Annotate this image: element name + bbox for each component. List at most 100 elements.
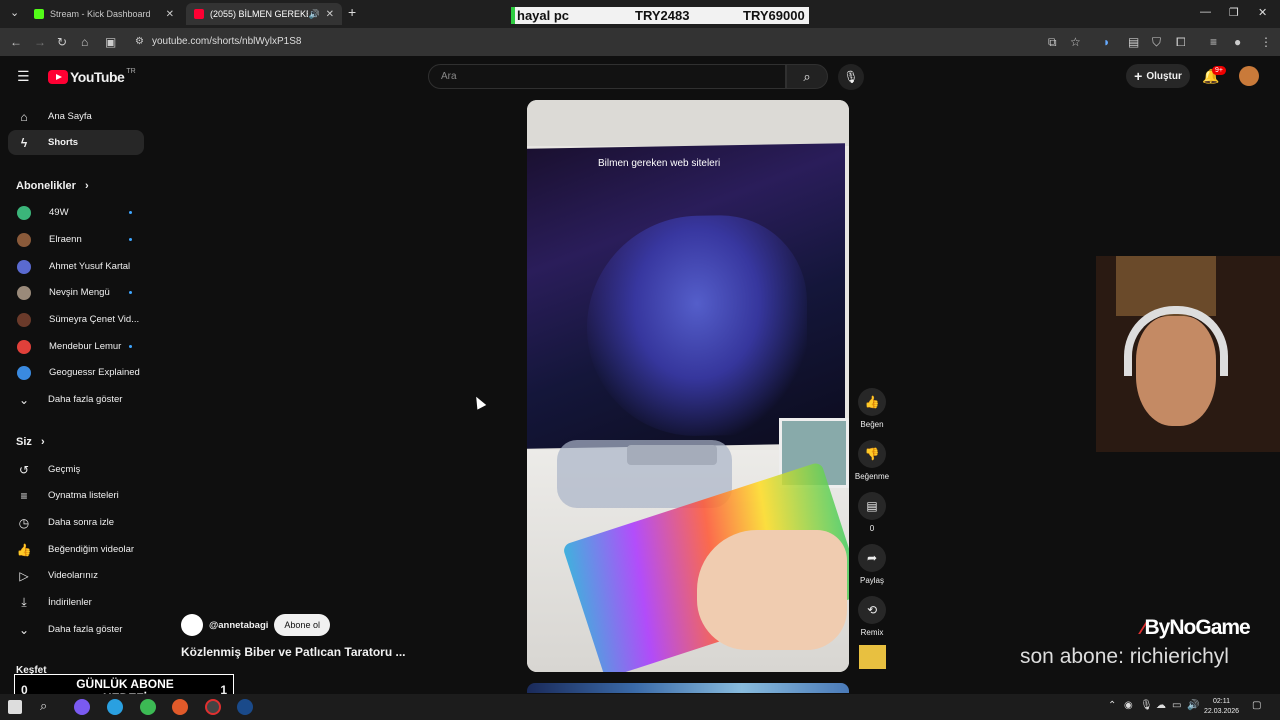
channel-avatar[interactable] (181, 614, 203, 636)
ticker-value-2: TRY69000 (743, 8, 805, 23)
chevron-up-icon[interactable]: ⌃ (1108, 700, 1116, 711)
sidebar-item-channel[interactable]: Mendebur Lemur (8, 334, 144, 359)
show-more-you[interactable]: ⌄ Daha fazla göster (8, 617, 144, 642)
create-button[interactable]: + Oluştur (1126, 64, 1190, 88)
tab-search-icon[interactable]: ⌄ (10, 6, 19, 19)
last-subscriber: son abone: richierichyl (1020, 645, 1229, 668)
maximize-button[interactable]: ❐ (1229, 6, 1239, 19)
new-content-dot (129, 345, 132, 348)
sidebar-item-channel[interactable]: 49W (8, 200, 144, 225)
sound-thumbnail[interactable] (859, 645, 886, 669)
you-heading[interactable]: Siz › (16, 436, 45, 448)
tray-icon[interactable]: ◉ (1124, 700, 1133, 711)
remix-icon: ⟲ (858, 596, 886, 624)
chrome-icon[interactable] (140, 699, 156, 715)
like-button[interactable]: 👍 Beğen (852, 388, 892, 429)
channel-name[interactable]: @annetabagi (209, 620, 268, 631)
close-icon[interactable]: ✕ (166, 9, 174, 20)
sidebar-item-channel[interactable]: Elraenn (8, 227, 144, 252)
subscribe-button[interactable]: Abone ol (274, 614, 330, 636)
network-icon[interactable]: ▭ (1172, 700, 1181, 711)
video-title[interactable]: Közlenmiş Biber ve Patlıcan Taratoru ... (181, 645, 406, 659)
logo-text: YouTube (70, 69, 125, 85)
dislike-button[interactable]: 👎 Beğenme (852, 440, 892, 481)
url-field[interactable]: youtube.com/shorts/nblWylxP1S8 (152, 36, 301, 47)
menu-icon[interactable]: ⋮ (1260, 35, 1272, 49)
reload-icon[interactable]: ↻ (57, 35, 67, 49)
show-more-subscriptions[interactable]: ⌄ Daha fazla göster (8, 387, 144, 412)
hamburger-icon[interactable]: ☰ (17, 68, 30, 85)
back-icon[interactable]: ← (10, 35, 22, 49)
share-button[interactable]: ➦ Paylaş (852, 544, 892, 585)
volume-icon[interactable]: 🔊 (1187, 700, 1199, 711)
close-icon[interactable]: ✕ (326, 9, 334, 20)
shield-icon[interactable]: ⛉ (1152, 35, 1161, 50)
new-content-dot (129, 211, 132, 214)
search-button[interactable]: ⌕ (786, 64, 828, 89)
home-icon: ⌂ (20, 109, 28, 124)
remix-button[interactable]: ⟲ Remix (852, 596, 892, 637)
puzzle-icon[interactable]: ⧠ (1176, 35, 1186, 50)
sidebar-item-label: Shorts (48, 137, 79, 148)
sidebar-item-shorts[interactable]: ϟ Shorts (8, 130, 144, 155)
clock-time: 02:11 (1213, 698, 1231, 705)
new-tab-button[interactable]: + (348, 4, 356, 20)
search-box[interactable] (428, 64, 786, 89)
obs-icon[interactable] (205, 699, 221, 715)
sidebar-item-downloads[interactable]: ⤓ İndirilenler (8, 590, 144, 615)
app-icon[interactable] (74, 699, 90, 715)
sidebar-item-channel[interactable]: Geoguessr Explained (8, 360, 144, 385)
search-icon[interactable]: ⌕ (40, 698, 47, 714)
short-video-player[interactable]: Bilmen gereken web siteleri (527, 100, 849, 672)
clock-date: 22.03.2026 (1204, 708, 1240, 715)
tab-youtube[interactable]: (2055) BİLMEN GEREKEN G 🔊 ✕ (186, 3, 342, 25)
media-icon[interactable]: ≡ (1210, 35, 1217, 49)
voice-search-button[interactable]: 🎙 (838, 64, 864, 90)
firefox-icon[interactable] (172, 699, 188, 715)
minimize-button[interactable]: — (1200, 6, 1211, 18)
microphone-icon[interactable]: 🎙 (1140, 700, 1153, 711)
install-icon[interactable]: ⧉ (1048, 35, 1057, 50)
forward-icon[interactable]: → (34, 35, 46, 49)
youtube-logo[interactable]: YouTube TR (48, 68, 136, 85)
home-icon[interactable]: ⌂ (81, 35, 88, 49)
remix-label: Remix (860, 628, 884, 637)
create-label: Oluştur (1146, 70, 1182, 82)
search-input[interactable] (429, 65, 785, 88)
notifications-icon[interactable]: ▢ (1252, 700, 1261, 711)
tab-kick-dashboard[interactable]: Stream - Kick Dashboard ✕ (26, 3, 182, 25)
tab-title: (2055) BİLMEN GEREKEN G (210, 9, 308, 19)
extension-icon[interactable]: ▤ (1128, 35, 1139, 49)
site-info-icon[interactable]: ⚙ (135, 36, 144, 47)
sidebar-item-history[interactable]: ↺ Geçmiş (8, 457, 144, 482)
sidebar-item-your-videos[interactable]: ▷ Videolarınız (8, 563, 144, 588)
start-icon[interactable] (8, 700, 22, 714)
sidebar-item-label: Beğendiğim videolar (48, 544, 135, 555)
sidebar-item-liked-videos[interactable]: 👍 Beğendiğim videolar (8, 537, 144, 562)
sidebar-item-home[interactable]: ⌂ Ana Sayfa (8, 104, 144, 129)
shorts-icon: ϟ (20, 135, 28, 150)
bookmark-star-icon[interactable]: ☆ (1070, 35, 1081, 49)
ticker-value-1: TRY2483 (635, 8, 690, 23)
sidebar-item-playlists[interactable]: ≡ Oynatma listeleri (8, 483, 144, 508)
extension-icon[interactable]: ◗ (1103, 35, 1110, 49)
subscriptions-heading[interactable]: Abonelikler › (16, 180, 89, 192)
sidebar-item-watch-later[interactable]: ◷ Daha sonra izle (8, 510, 144, 535)
speaker-icon[interactable]: 🔊 (309, 9, 320, 20)
cloud-icon[interactable]: ☁ (1156, 700, 1166, 711)
sidebar-item-channel[interactable]: Ahmet Yusuf Kartal (8, 254, 144, 279)
close-window-button[interactable]: ✕ (1258, 6, 1267, 19)
app-icon[interactable] (107, 699, 123, 715)
split-view-icon[interactable]: ▣ (105, 35, 116, 49)
mouse-cursor (471, 394, 487, 410)
steam-icon[interactable] (237, 699, 253, 715)
sidebar-item-label: Mendebur Lemur (49, 341, 122, 352)
profile-icon[interactable]: ● (1234, 35, 1241, 49)
account-avatar[interactable] (1239, 66, 1259, 86)
comments-button[interactable]: ▤ 0 (852, 492, 892, 533)
next-short-preview[interactable] (527, 683, 849, 693)
sidebar-item-channel[interactable]: Nevşin Mengü (8, 280, 144, 305)
history-icon: ↺ (18, 462, 30, 477)
sidebar-item-channel[interactable]: Sümeyra Çenet Vid... (8, 307, 144, 332)
system-clock[interactable]: 02:11 22.03.2026 (1204, 697, 1239, 717)
